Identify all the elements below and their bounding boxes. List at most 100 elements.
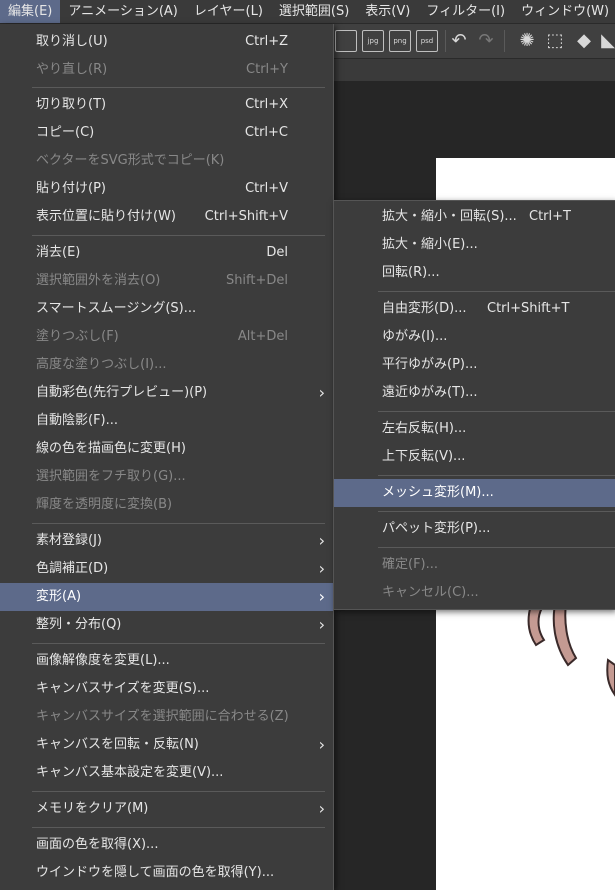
menu-item-shortcut: Shift+Del	[225, 273, 288, 288]
menu-item-transform[interactable]: 変形(A) ›	[0, 583, 333, 611]
menu-separator	[32, 643, 325, 644]
menu-separator	[378, 511, 615, 512]
toolbar-divider	[445, 30, 446, 52]
menu-item-label: 平行ゆがみ(P)...	[382, 357, 478, 372]
command-bar: jpg png psd ↶ ↷ ✺ ⬚ ◆ ◣	[333, 24, 615, 59]
menu-item-fit-canvas-to-selection[interactable]: キャンバスサイズを選択範囲に合わせる(Z)	[0, 703, 333, 731]
menu-item-label: 表示位置に貼り付け(W)	[36, 209, 176, 224]
transform-submenu: 拡大・縮小・回転(S)... Ctrl+T 拡大・縮小(E)... 回転(R).…	[333, 200, 615, 610]
menu-window[interactable]: ウィンドウ(W)	[513, 0, 615, 23]
menu-item-label: ベクターをSVG形式でコピー(K)	[36, 153, 225, 168]
menu-separator	[378, 291, 615, 292]
menu-item-cut[interactable]: 切り取り(T) Ctrl+X	[0, 91, 333, 119]
submenu-item-mesh-transform[interactable]: メッシュ変形(M)...	[334, 479, 615, 507]
menu-item-paste[interactable]: 貼り付け(P) Ctrl+V	[0, 175, 333, 203]
submenu-arrow-icon: ›	[318, 615, 325, 634]
export-png-icon[interactable]: png	[389, 30, 411, 52]
menu-item-paste-in-place[interactable]: 表示位置に貼り付け(W) Ctrl+Shift+V	[0, 203, 333, 231]
menu-item-auto-color[interactable]: 自動彩色(先行プレビュー)(P) ›	[0, 379, 333, 407]
menubar: 編集(E) アニメーション(A) レイヤー(L) 選択範囲(S) 表示(V) フ…	[0, 0, 615, 24]
menu-item-label: キャンバス基本設定を変更(V)...	[36, 765, 224, 780]
export-psd-icon[interactable]: psd	[416, 30, 438, 52]
menu-item-align-distribute[interactable]: 整列・分布(Q) ›	[0, 611, 333, 639]
menu-item-label: メッシュ変形(M)...	[382, 485, 494, 500]
submenu-item-flip-vertical[interactable]: 上下反転(V)...	[334, 443, 615, 471]
menu-item-shortcut: Ctrl+X	[245, 97, 288, 112]
menu-item-fill[interactable]: 塗りつぶし(F) Alt+Del	[0, 323, 333, 351]
menu-separator	[32, 87, 325, 88]
menu-item-label: 選択範囲外を消去(O)	[36, 273, 161, 288]
menu-item-label: 画像解像度を変更(L)...	[36, 653, 170, 668]
menu-item-label: 左右反転(H)...	[382, 421, 467, 436]
menu-animation[interactable]: アニメーション(A)	[60, 0, 186, 23]
submenu-item-scale-rotate[interactable]: 拡大・縮小・回転(S)... Ctrl+T	[334, 203, 615, 231]
submenu-item-scale[interactable]: 拡大・縮小(E)...	[334, 231, 615, 259]
submenu-item-skew[interactable]: 平行ゆがみ(P)...	[334, 351, 615, 379]
menu-item-label: 画面の色を取得(X)...	[36, 837, 159, 852]
menu-item-label: ウインドウを隠して画面の色を取得(Y)...	[36, 865, 275, 880]
export-blank-icon[interactable]	[335, 30, 357, 52]
menu-item-copy[interactable]: コピー(C) Ctrl+C	[0, 119, 333, 147]
menu-item-label: 輝度を透明度に変換(B)	[36, 497, 173, 512]
menu-item-label: 整列・分布(Q)	[36, 617, 122, 632]
menu-item-label: 自動彩色(先行プレビュー)(P)	[36, 385, 208, 400]
menu-item-change-resolution[interactable]: 画像解像度を変更(L)...	[0, 647, 333, 675]
toolbar-divider	[504, 30, 505, 52]
menu-item-label: 高度な塗りつぶし(I)...	[36, 357, 167, 372]
menu-item-undo[interactable]: 取り消し(U) Ctrl+Z	[0, 28, 333, 56]
menu-item-copy-svg[interactable]: ベクターをSVG形式でコピー(K)	[0, 147, 333, 175]
menu-separator	[32, 827, 325, 828]
submenu-item-free-transform[interactable]: 自由変形(D)... Ctrl+Shift+T	[334, 295, 615, 323]
menu-item-shortcut: Ctrl+T	[529, 209, 571, 224]
menu-item-register-material[interactable]: 素材登録(J) ›	[0, 527, 333, 555]
submenu-item-flip-horizontal[interactable]: 左右反転(H)...	[334, 415, 615, 443]
menu-item-label: キャンセル(C)...	[382, 585, 479, 600]
menu-item-rotate-flip-canvas[interactable]: キャンバスを回転・反転(N) ›	[0, 731, 333, 759]
submenu-item-puppet-warp[interactable]: パペット変形(P)...	[334, 515, 615, 543]
submenu-item-distort[interactable]: ゆがみ(I)...	[334, 323, 615, 351]
clear-outside-selection-icon[interactable]: ⬚	[544, 30, 566, 52]
menu-item-clear[interactable]: 消去(E) Del	[0, 239, 333, 267]
menu-edit[interactable]: 編集(E)	[0, 0, 61, 23]
submenu-arrow-icon: ›	[318, 587, 325, 606]
undo-icon[interactable]: ↶	[448, 30, 470, 52]
menu-item-auto-shading[interactable]: 自動陰影(F)...	[0, 407, 333, 435]
submenu-arrow-icon: ›	[318, 735, 325, 754]
menu-item-canvas-basic-settings[interactable]: キャンバス基本設定を変更(V)...	[0, 759, 333, 787]
menu-item-advanced-fill[interactable]: 高度な塗りつぶし(I)...	[0, 351, 333, 379]
menu-item-label: 拡大・縮小(E)...	[382, 237, 478, 252]
menu-item-clear-memory[interactable]: メモリをクリア(M) ›	[0, 795, 333, 823]
menu-item-shortcut: Ctrl+C	[244, 125, 288, 140]
menu-item-obtain-color-hide-window[interactable]: ウインドウを隠して画面の色を取得(Y)...	[0, 859, 333, 887]
menu-item-luminance-to-opacity[interactable]: 輝度を透明度に変換(B)	[0, 491, 333, 519]
menu-item-line-color-to-draw-color[interactable]: 線の色を描画色に変更(H)	[0, 435, 333, 463]
menu-item-obtain-screen-color[interactable]: 画面の色を取得(X)...	[0, 831, 333, 859]
submenu-item-perspective[interactable]: 遠近ゆがみ(T)...	[334, 379, 615, 407]
submenu-item-cancel[interactable]: キャンセル(C)...	[334, 579, 615, 607]
fill-more-icon[interactable]: ◣	[597, 30, 615, 52]
submenu-item-rotate[interactable]: 回転(R)...	[334, 259, 615, 287]
menu-item-label: 色調補正(D)	[36, 561, 109, 576]
menu-item-label: 自動陰影(F)...	[36, 413, 119, 428]
menu-layer[interactable]: レイヤー(L)	[186, 0, 271, 23]
menu-item-clear-outside[interactable]: 選択範囲外を消去(O) Shift+Del	[0, 267, 333, 295]
menu-item-stroke-selection[interactable]: 選択範囲をフチ取り(G)...	[0, 463, 333, 491]
menu-item-tonal-correction[interactable]: 色調補正(D) ›	[0, 555, 333, 583]
menu-item-redo[interactable]: やり直し(R) Ctrl+Y	[0, 56, 333, 84]
menu-filter[interactable]: フィルター(I)	[418, 0, 513, 23]
menu-item-label: 素材登録(J)	[36, 533, 102, 548]
fill-icon[interactable]: ◆	[573, 30, 595, 52]
menu-view[interactable]: 表示(V)	[357, 0, 418, 23]
menu-item-shortcut: Ctrl+Y	[246, 62, 288, 77]
redo-icon[interactable]: ↷	[475, 30, 497, 52]
menu-item-change-canvas-size[interactable]: キャンバスサイズを変更(S)...	[0, 675, 333, 703]
menu-separator	[32, 791, 325, 792]
menu-selection[interactable]: 選択範囲(S)	[271, 0, 357, 23]
submenu-arrow-icon: ›	[318, 559, 325, 578]
menu-item-smart-smoothing[interactable]: スマートスムージング(S)...	[0, 295, 333, 323]
edit-menu: 取り消し(U) Ctrl+Z やり直し(R) Ctrl+Y 切り取り(T) Ct…	[0, 24, 334, 890]
clear-icon[interactable]: ✺	[516, 30, 538, 52]
submenu-item-commit[interactable]: 確定(F)...	[334, 551, 615, 579]
menu-item-shortcut: Ctrl+V	[245, 181, 288, 196]
export-jpg-icon[interactable]: jpg	[362, 30, 384, 52]
